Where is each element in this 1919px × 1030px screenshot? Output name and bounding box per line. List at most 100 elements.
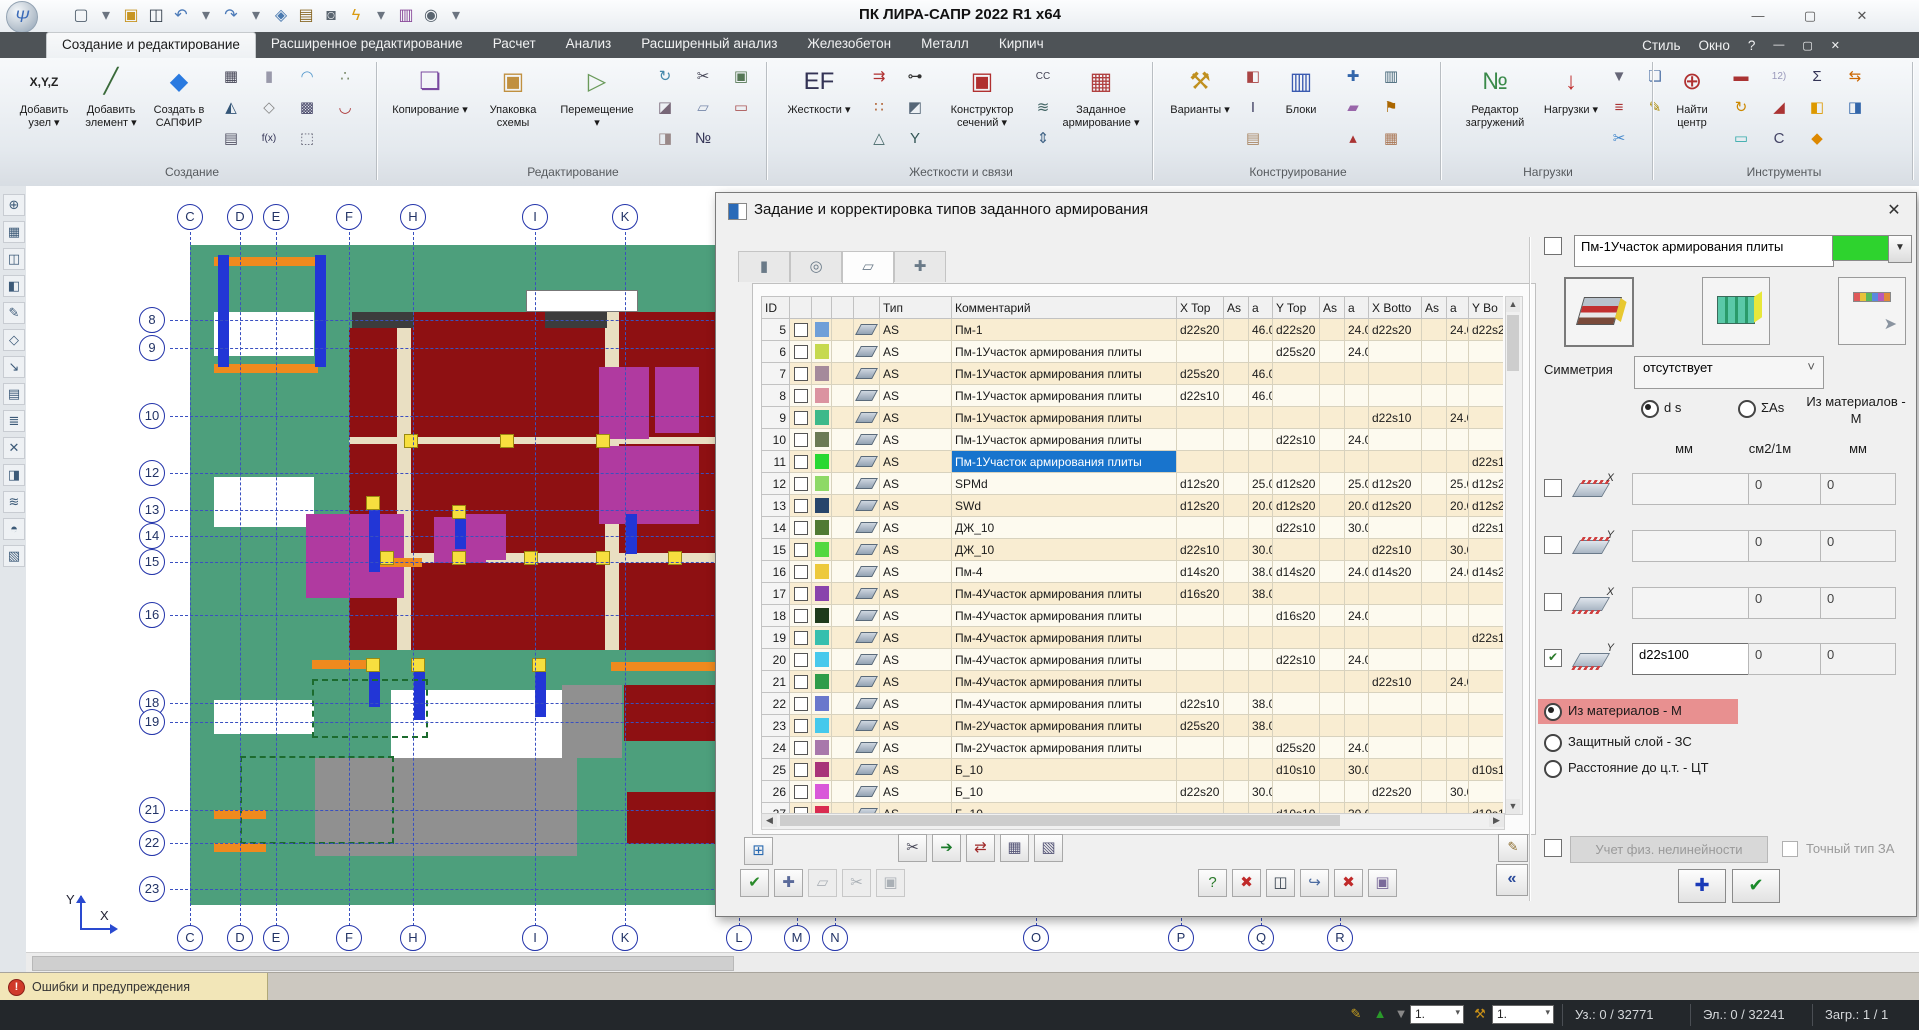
layers-icon[interactable]: ▤ [3,383,25,405]
arc-beam-icon[interactable]: ◡ [332,95,358,121]
add-type-icon[interactable]: ✚ [774,869,803,897]
ribbon-button-add-node[interactable]: X,Y,ZДобавить узел ▾ [12,60,76,156]
errors-panel-tab[interactable]: ! Ошибки и предупреждения [0,973,268,1001]
columns-icon[interactable]: ▥ [1378,64,1404,90]
plate-mesh-icon[interactable]: ▩ [294,95,320,121]
load-number-combo[interactable]: 1. [1410,1005,1464,1024]
tab-Расчет[interactable]: Расчет [478,32,551,58]
ribbon-button-create-in-sapfir[interactable]: ◆Создать в САПФИР [146,60,212,156]
weight-icon[interactable]: ▼ [1606,64,1632,90]
table-row[interactable]: 26ASБ_10d22s2030.00d22s2030.00 [762,781,1504,803]
dome-icon[interactable]: ◠ [294,64,320,90]
table-row[interactable]: 14ASДЖ_10d22s1030.00d22s10 [762,517,1504,539]
rigid-link-icon[interactable]: ⊶ [902,64,928,90]
menu-Окно[interactable]: Окно [1689,35,1738,56]
waves-icon[interactable]: ≋ [3,491,25,513]
diameter-input[interactable] [1632,587,1750,619]
row-checkbox[interactable] [794,367,808,381]
app-logo[interactable]: Ψ [6,1,38,33]
slab-layers-button[interactable] [1564,277,1634,347]
table-vscrollbar[interactable]: ▲ ▼ [1505,296,1523,815]
import-dxf-icon[interactable]: ∴ [332,64,358,90]
row-checkbox[interactable] [794,675,808,689]
renumber-icon[interactable]: № [690,126,716,152]
row-checkbox[interactable] [794,345,808,359]
as-input[interactable]: 0 [1748,530,1824,562]
apply-to-selection-icon[interactable]: ➔ [932,834,961,862]
line-load-icon[interactable]: ≡ [1606,95,1632,121]
table-row[interactable]: 21ASПм-4Участок армирования плитыd22s102… [762,671,1504,693]
sas-radio[interactable] [1738,400,1756,418]
cube-move-icon[interactable]: ◇ [256,95,282,121]
ds-radio[interactable] [1641,400,1659,418]
column-header[interactable]: X Botto [1369,297,1422,319]
support-dots-icon[interactable]: ∷ [866,95,892,121]
hatch-icon[interactable]: ▧ [3,545,25,567]
list-icon[interactable]: ≣ [3,410,25,432]
copy-type-icon[interactable]: ▱ [808,869,837,897]
table-row[interactable]: 19ASПм-4Участок армирования плитыd22s10 [762,627,1504,649]
row-checkbox[interactable] [794,411,808,425]
up-triangle-icon[interactable]: ▲ [1370,1004,1390,1024]
mirror-icon[interactable]: ◪ [652,95,678,121]
shear-plate-icon[interactable]: ◩ [902,95,928,121]
ribbon-button-load-editor[interactable]: №Редактор загружений [1452,60,1538,156]
cylinder-icon[interactable]: ▮ [256,64,282,90]
diameter-input[interactable] [1632,530,1750,562]
ribbon-restore-icon[interactable]: ▢ [1793,36,1821,55]
column-header[interactable]: As [1224,297,1249,319]
symmetry-select[interactable]: отсутствует [1634,356,1824,389]
as-input[interactable]: 0 [1748,587,1824,619]
cc-factors-icon[interactable]: CC [1030,64,1056,90]
column-header[interactable] [832,297,854,319]
snapshot-icon[interactable]: ◙ [320,4,342,28]
erase-icon[interactable]: ✕ [3,437,25,459]
table-row[interactable]: 6ASПм-1Участок армирования плитыd25s2024… [762,341,1504,363]
table-row[interactable]: 13ASSWdd12s2020.00d12s2020.00d12s2020.00… [762,495,1504,517]
scroll-right-icon[interactable]: ▶ [1489,814,1504,827]
mode-radio[interactable] [1544,760,1562,778]
row-checkbox[interactable] [794,499,808,513]
building-icon[interactable]: ▤ [218,126,244,152]
column-header[interactable]: a [1345,297,1369,319]
column-header[interactable]: As [1422,297,1447,319]
exact-type-checkbox[interactable] [1782,841,1798,857]
hscroll-thumb[interactable] [780,815,1340,826]
canvas-hscrollbar[interactable] [26,952,1919,972]
ribbon-close-icon[interactable]: ✕ [1822,36,1849,55]
node-joint-icon[interactable]: Y [902,126,928,152]
blue-quad-icon[interactable]: ◨ [1842,95,1868,121]
scroll-down-icon[interactable]: ▼ [1506,799,1520,814]
pack-quad-icon[interactable]: ◆ [1804,126,1830,152]
fxy-surface-icon[interactable]: f(x) [256,126,282,152]
frame-icon[interactable]: ▦ [218,64,244,90]
c-quad-icon[interactable]: C [1766,126,1792,152]
tab-Кирпич[interactable]: Кирпич [984,32,1059,58]
new-file-icon[interactable]: ▢ [70,4,92,28]
color-swatch[interactable] [1832,235,1890,261]
qat-more-icon[interactable]: ▾ [445,4,467,28]
mm-input[interactable]: 0 [1820,587,1896,619]
ribbon-button-section-designer[interactable]: ▣Конструктор сечений ▾ [938,60,1026,156]
ribbon-button-variants[interactable]: ⚒Варианты ▾ [1164,60,1236,156]
rebar-arrows-icon[interactable]: ⇉ [866,64,892,90]
tab-Металл[interactable]: Металл [906,32,984,58]
refresh-icon[interactable]: ↻ [1728,95,1754,121]
table-row[interactable]: 7ASПм-1Участок армирования плитыd25s2046… [762,363,1504,385]
diameter-input[interactable] [1632,473,1750,505]
pick-color-button[interactable]: ➤ [1838,277,1906,345]
lock-icon[interactable]: ◉ [420,4,442,28]
column-header[interactable]: Комментарий [952,297,1177,319]
save-types-icon[interactable]: ◫ [1266,869,1295,897]
table-row[interactable]: 17ASПм-4Участок армирования плитыd16s203… [762,583,1504,605]
tab-Железобетон[interactable]: Железобетон [792,32,906,58]
as-input[interactable]: 0 [1748,473,1824,505]
cut-loads-icon[interactable]: ✂ [1606,126,1632,152]
tab-Анализ[interactable]: Анализ [551,32,627,58]
sign-icon[interactable]: ⚑ [1378,95,1404,121]
row-checkbox[interactable] [794,785,808,799]
minimize-button[interactable]: — [1738,4,1778,28]
table-row[interactable]: 11ASПм-1Участок армирования плитыd22s10 [762,451,1504,473]
vscroll-thumb[interactable] [1507,315,1519,371]
column-header[interactable]: a [1447,297,1469,319]
